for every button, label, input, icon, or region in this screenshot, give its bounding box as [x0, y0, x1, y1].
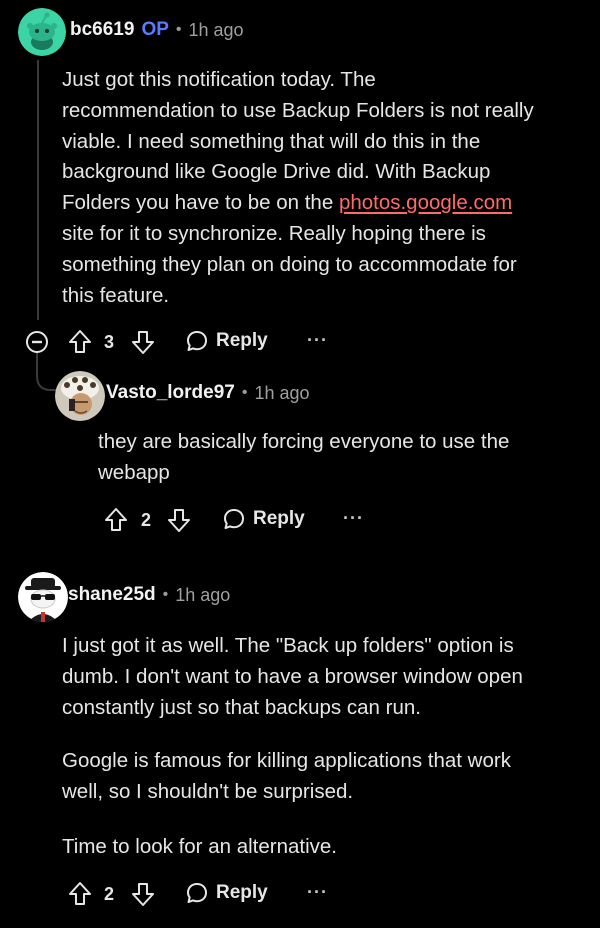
comment-body-paragraph: Google is famous for killing application…: [62, 746, 511, 808]
comment-text-line: Google is famous for killing application…: [62, 749, 511, 772]
comment-text-line: recommendation to use Backup Folders is …: [62, 98, 534, 122]
comment-text-line: well, so I shouldn't be surprised.: [62, 779, 354, 803]
comment-text-line: site for it to synchronize. Really hopin…: [62, 221, 486, 245]
separator-dot: •: [175, 21, 182, 38]
comment-text-line: something they plan on doing to accommod…: [62, 252, 517, 276]
separator-dot: •: [162, 586, 169, 603]
arrow-down-icon[interactable]: [130, 329, 156, 355]
speech-bubble-icon: [187, 883, 207, 903]
comment-text-line: dumb. I don't want to have a browser win…: [62, 664, 523, 688]
comment-text-line: background like Google Drive did. With B…: [62, 160, 491, 184]
ellipsis-icon[interactable]: ···: [307, 330, 328, 351]
op-badge: OP: [141, 19, 169, 40]
reply-label: Reply: [253, 508, 305, 529]
user-avatar[interactable]: [55, 371, 105, 421]
timestamp: 1h ago: [175, 584, 231, 605]
username[interactable]: Vasto_lorde97: [106, 382, 235, 404]
comment-body-paragraph: Time to look for an alternative.: [62, 832, 337, 863]
comment-header: shane25d • 1h ago: [68, 584, 230, 606]
separator-dot: •: [241, 384, 248, 401]
comment-text-line: viable. I need something that will do th…: [62, 129, 481, 153]
comment-text-line: I just got it as well. The "Back up fold…: [62, 634, 514, 657]
arrow-down-icon[interactable]: [130, 881, 156, 907]
user-avatar[interactable]: [18, 572, 68, 622]
reply-label: Reply: [216, 882, 268, 903]
reply-button[interactable]: Reply: [222, 507, 305, 531]
comment-body: they are basically forcing everyone to u…: [98, 427, 509, 489]
comment-text-line: Time to look for an alternative.: [62, 835, 337, 858]
text-fragment: Folders you have to be on the: [62, 191, 339, 215]
username[interactable]: shane25d: [68, 584, 156, 606]
ellipsis-icon[interactable]: ···: [343, 508, 364, 529]
timestamp: 1h ago: [254, 382, 310, 403]
vote-count: 3: [104, 332, 115, 352]
arrow-up-icon[interactable]: [67, 329, 93, 355]
photos-link[interactable]: photos.google.com: [339, 191, 512, 214]
comment-text-line: Just got this notification today. The: [62, 68, 376, 91]
minus-circle-icon[interactable]: [25, 330, 49, 354]
reply-label: Reply: [216, 330, 268, 351]
comment-text-line: webapp: [98, 460, 170, 484]
comment-body: I just got it as well. The "Back up fold…: [62, 631, 523, 723]
arrow-down-icon[interactable]: [166, 507, 192, 533]
comment-header: bc6619 OP • 1h ago: [70, 19, 244, 41]
timestamp: 1h ago: [188, 19, 244, 40]
vote-count: 2: [141, 510, 152, 530]
comment-text-line: this feature.: [62, 283, 170, 307]
speech-bubble-icon: [224, 509, 244, 529]
comment-body: Just got this notification today. The re…: [62, 65, 534, 311]
ellipsis-icon[interactable]: ···: [307, 882, 328, 903]
speech-bubble-icon: [187, 331, 207, 351]
reply-button[interactable]: Reply: [185, 329, 268, 353]
comment-text-line: Folders you have to be on the photos.goo…: [62, 188, 534, 219]
thread-line: [37, 60, 39, 320]
username[interactable]: bc6619: [70, 19, 134, 41]
comment-text-line: constantly just so that backups can run.: [62, 695, 421, 719]
comment-header: Vasto_lorde97 • 1h ago: [106, 382, 310, 404]
arrow-up-icon[interactable]: [103, 507, 129, 533]
vote-count: 2: [104, 884, 115, 904]
reply-button[interactable]: Reply: [185, 881, 268, 905]
comment-text-line: they are basically forcing everyone to u…: [98, 430, 510, 453]
arrow-up-icon[interactable]: [67, 881, 93, 907]
user-avatar[interactable]: [18, 8, 66, 56]
